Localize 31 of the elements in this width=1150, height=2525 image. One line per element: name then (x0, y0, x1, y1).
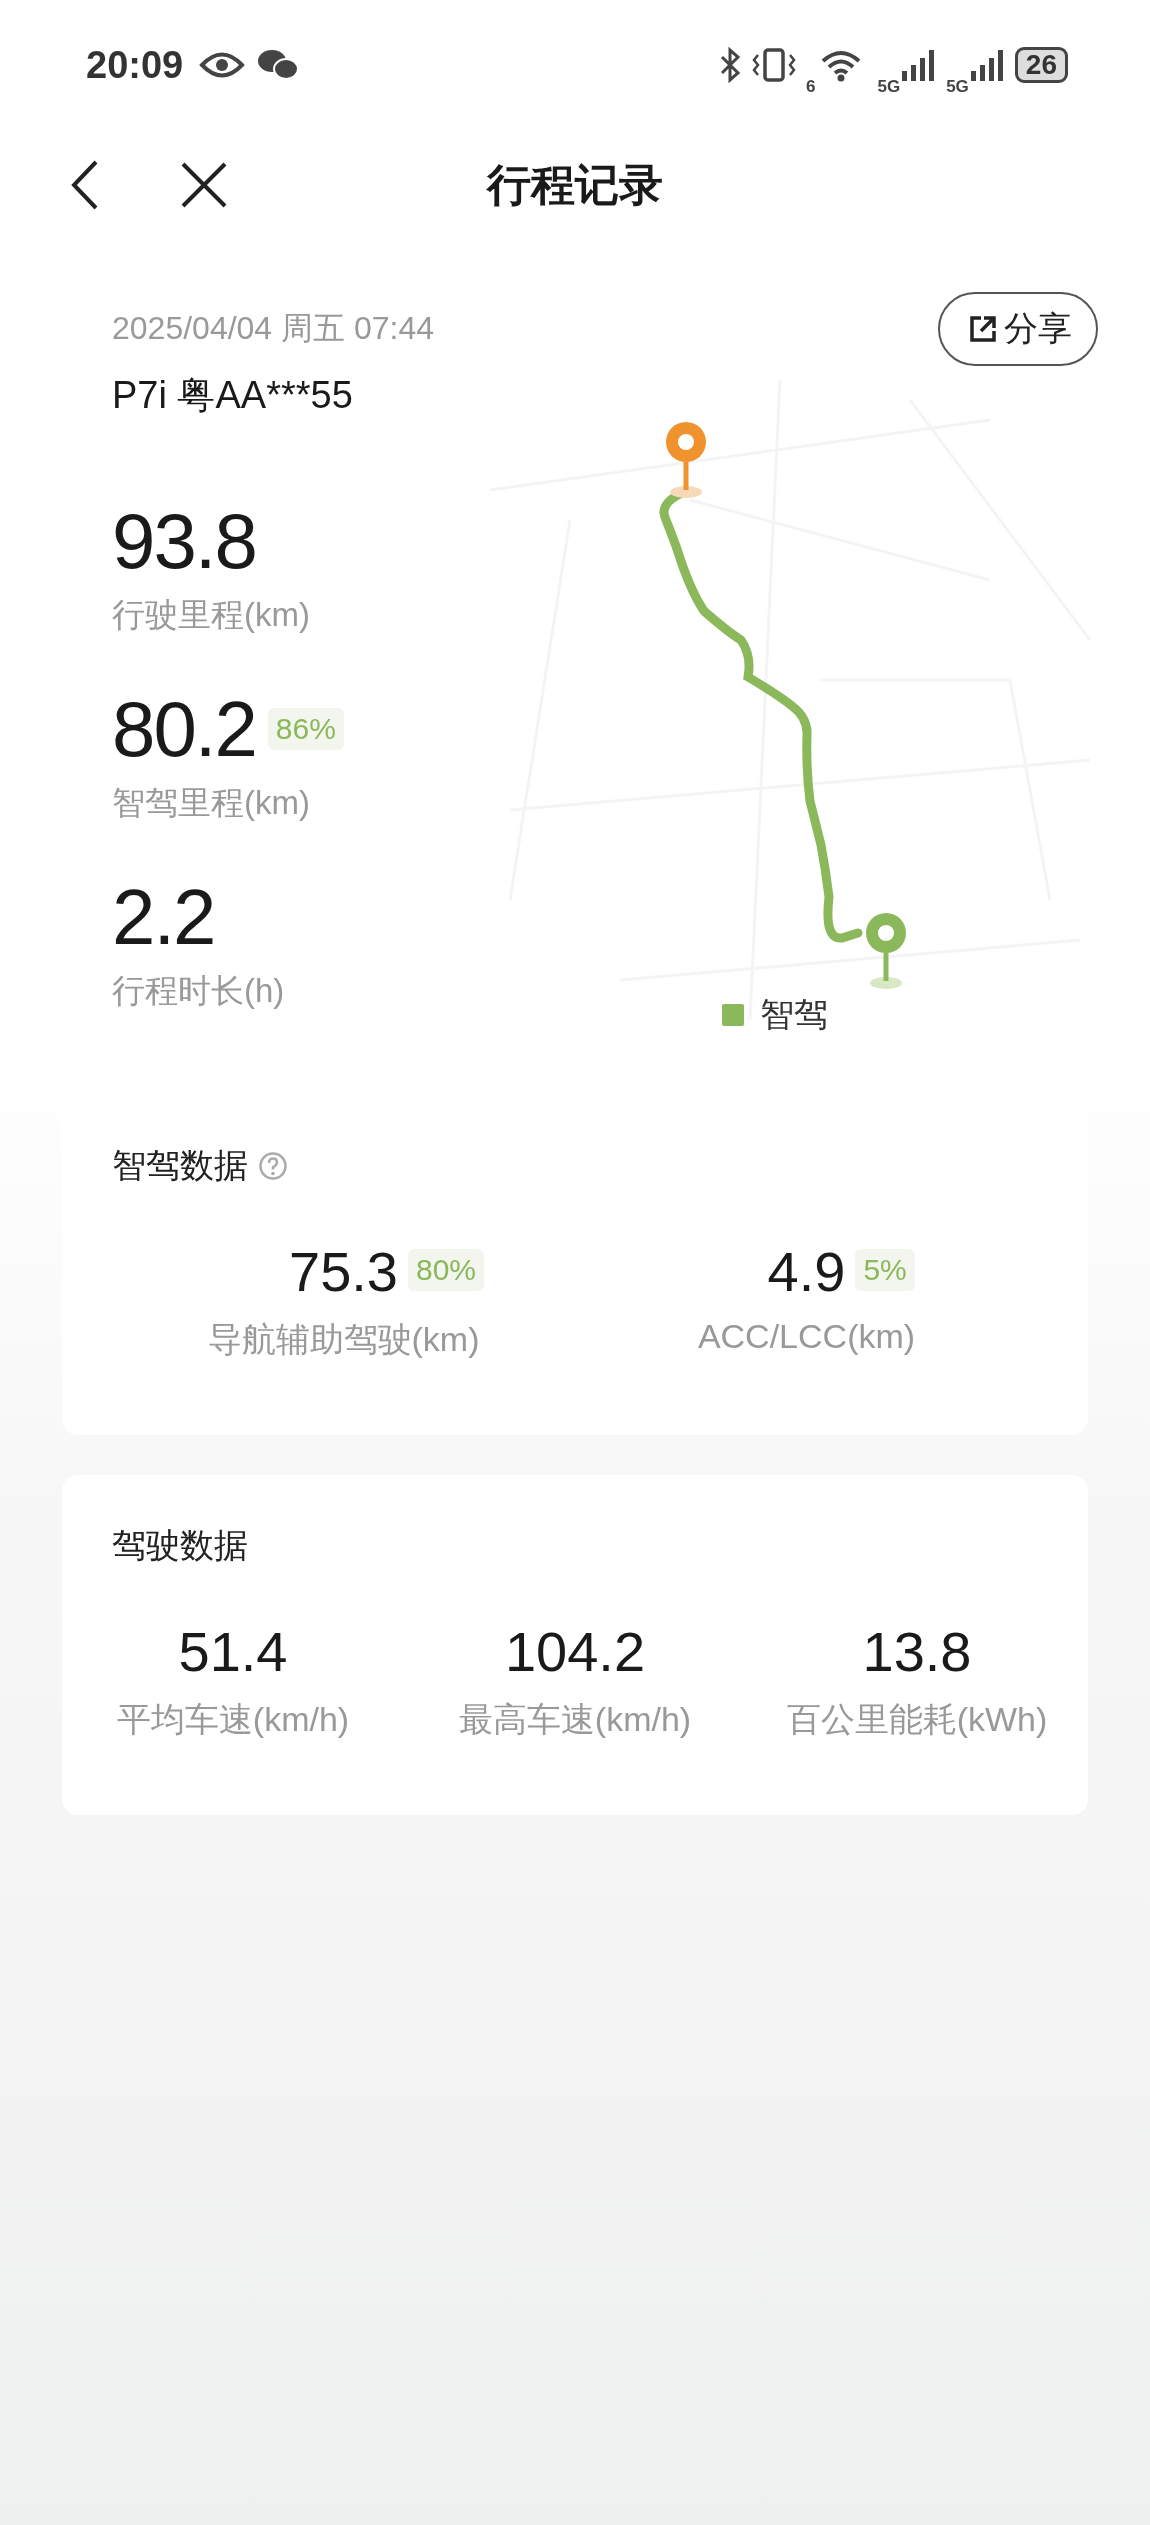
card-title: 智驾数据 (112, 1145, 248, 1186)
stat-label: 行驶里程(km) (112, 595, 310, 635)
wifi-label: 6 (806, 77, 816, 97)
stat-value: 80.2 (112, 689, 256, 769)
metric-value: 51.4 (178, 1621, 288, 1683)
metric-label: 最高车速(km/h) (458, 1699, 692, 1740)
battery-indicator: 26 (1014, 47, 1068, 83)
network-label: 5G (946, 77, 969, 97)
percent-badge: 5% (855, 1249, 915, 1291)
metric-label: 平均车速(km/h) (116, 1699, 350, 1740)
vehicle-plate: P7i 粤AA***55 (112, 373, 354, 418)
trip-datetime: 2025/04/04 周五 07:44 (112, 309, 434, 348)
metric-label: ACC/LCC(km) (697, 1317, 916, 1356)
stat-label: 行程时长(h) (112, 971, 285, 1011)
stat-value: 2.2 (112, 877, 215, 957)
network-label: 5G (877, 77, 901, 97)
legend-label: 智驾 (760, 994, 828, 1035)
page-title: 行程记录 (487, 158, 663, 211)
metric-label: 百公里能耗(kWh) (786, 1699, 1048, 1740)
metric-label: 导航辅助驾驶(km) (207, 1319, 480, 1360)
metric-value: 13.8 (862, 1621, 972, 1683)
metric-value: 75.3 (289, 1241, 398, 1303)
metric-value: 4.9 (767, 1241, 846, 1303)
stat-value: 93.8 (112, 501, 256, 581)
share-button[interactable]: 分享 (938, 292, 1098, 366)
stat-label: 智驾里程(km) (112, 783, 310, 823)
metric-value: 104.2 (504, 1621, 646, 1683)
percent-badge: 86% (267, 708, 344, 750)
percent-badge: 80% (408, 1249, 485, 1291)
status-time: 20:09 (86, 43, 184, 87)
card-title: 驾驶数据 (112, 1525, 248, 1566)
